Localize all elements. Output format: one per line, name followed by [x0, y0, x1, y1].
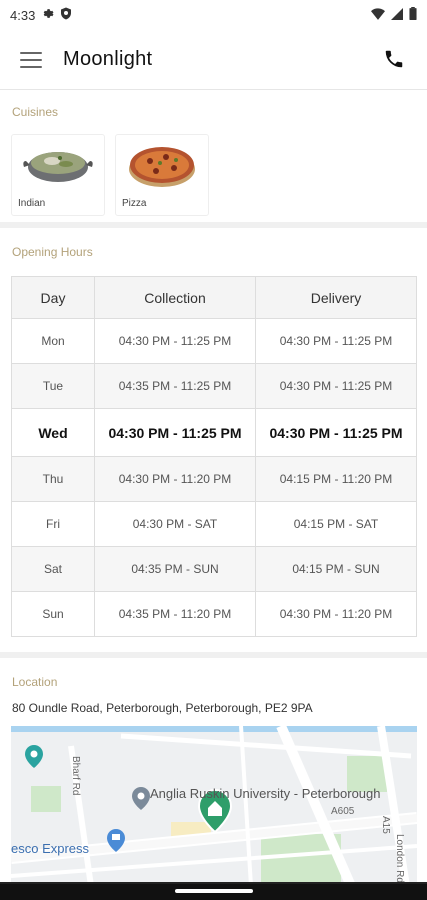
location-section: Location 80 Oundle Road, Peterborough, P…	[0, 664, 427, 886]
map-label-london-rd: London Rd	[394, 834, 405, 883]
status-time: 4:33	[10, 7, 36, 23]
cell-collection: 04:35 PM - SUN	[94, 546, 256, 592]
cell-delivery: 04:30 PM - 11:25 PM	[255, 318, 417, 364]
cell-day: Sat	[11, 546, 95, 592]
header-day: Day	[11, 276, 95, 319]
cell-collection: 04:30 PM - 11:25 PM	[94, 318, 256, 364]
cuisine-card-indian[interactable]: Indian	[11, 134, 105, 216]
indian-dish-image	[23, 152, 93, 182]
pizza-image	[129, 147, 195, 187]
phone-icon[interactable]	[383, 48, 407, 72]
map-label-bharf-rd: Bharf Rd	[70, 756, 81, 795]
cell-day: Fri	[11, 501, 95, 547]
cuisine-label-pizza: Pizza	[122, 198, 147, 209]
cell-delivery: 04:15 PM - SAT	[255, 501, 417, 547]
table-row: Mon 04:30 PM - 11:25 PM 04:30 PM - 11:25…	[11, 318, 417, 364]
map-label-a15: A15	[380, 816, 391, 834]
map-view[interactable]: Anglia Ruskin University - Peterborough …	[11, 726, 417, 886]
table-row: Fri 04:30 PM - SAT 04:15 PM - SAT	[11, 501, 417, 547]
signal-icon	[391, 7, 403, 23]
map-label-store: esco Express	[11, 841, 90, 856]
location-label: Location	[12, 675, 58, 689]
cell-collection: 04:30 PM - SAT	[94, 501, 256, 547]
opening-hours-label: Opening Hours	[12, 245, 93, 259]
address-text: 80 Oundle Road, Peterborough, Peterborou…	[12, 701, 313, 715]
cell-day: Tue	[11, 363, 95, 409]
opening-hours-section: Opening Hours Day Collection Delivery Mo…	[0, 234, 427, 658]
cell-collection: 04:30 PM - 11:20 PM	[94, 456, 256, 502]
cell-delivery: 04:15 PM - 11:20 PM	[255, 456, 417, 502]
home-gesture-handle[interactable]	[175, 889, 253, 893]
shield-icon	[60, 7, 72, 23]
page-title: Moonlight	[63, 48, 153, 70]
table-row: Sun 04:35 PM - 11:20 PM 04:30 PM - 11:20…	[11, 591, 417, 637]
cell-delivery: 04:30 PM - 11:25 PM	[255, 363, 417, 409]
cell-collection: 04:35 PM - 11:20 PM	[94, 591, 256, 637]
table-row: Sat 04:35 PM - SUN 04:15 PM - SUN	[11, 546, 417, 592]
opening-hours-table: Day Collection Delivery Mon 04:30 PM - 1…	[11, 276, 417, 637]
map-canvas: Anglia Ruskin University - Peterborough …	[11, 726, 417, 886]
table-row-today: Wed 04:30 PM - 11:25 PM 04:30 PM - 11:25…	[11, 408, 417, 457]
battery-icon	[409, 7, 417, 23]
cell-day: Sun	[11, 591, 95, 637]
settings-icon	[41, 7, 54, 23]
app-bar: Moonlight	[0, 30, 427, 90]
cell-collection: 04:30 PM - 11:25 PM	[94, 408, 256, 457]
status-bar: 4:33	[0, 0, 427, 30]
cuisine-card-pizza[interactable]: Pizza	[115, 134, 209, 216]
cell-day: Wed	[11, 408, 95, 457]
cell-delivery: 04:30 PM - 11:25 PM	[255, 408, 417, 457]
cell-day: Mon	[11, 318, 95, 364]
cell-collection: 04:35 PM - 11:25 PM	[94, 363, 256, 409]
table-row: Thu 04:30 PM - 11:20 PM 04:15 PM - 11:20…	[11, 456, 417, 502]
cell-delivery: 04:15 PM - SUN	[255, 546, 417, 592]
cell-delivery: 04:30 PM - 11:20 PM	[255, 591, 417, 637]
header-collection: Collection	[94, 276, 256, 319]
cuisines-label: Cuisines	[12, 105, 59, 119]
wifi-icon	[371, 7, 385, 23]
cell-day: Thu	[11, 456, 95, 502]
header-delivery: Delivery	[255, 276, 417, 319]
cuisine-label-indian: Indian	[18, 198, 46, 209]
table-row: Tue 04:35 PM - 11:25 PM 04:30 PM - 11:25…	[11, 363, 417, 409]
map-label-a605: A605	[331, 806, 355, 817]
cuisines-section: Cuisines Indian Pizza	[0, 92, 427, 228]
menu-icon[interactable]	[20, 51, 42, 68]
map-label-university: Anglia Ruskin University - Peterborough	[150, 786, 381, 801]
system-nav-bar	[0, 884, 427, 900]
